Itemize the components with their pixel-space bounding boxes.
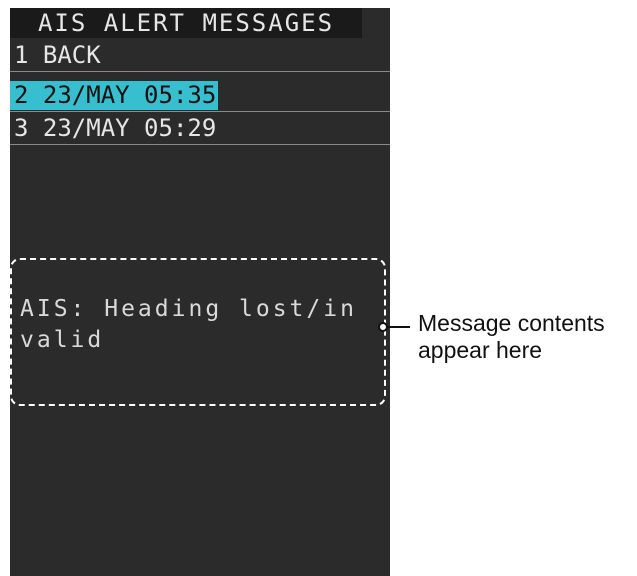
menu-item-back[interactable]: 1 BACK (10, 40, 390, 72)
message-contents-box: AIS: Heading lost/in valid (10, 258, 386, 406)
callout-text-line: Message contents (418, 310, 605, 336)
menu-item-alert-message[interactable]: 3 23/MAY 05:29 (10, 113, 390, 145)
menu-item-label: 2 23/MAY 05:35 (10, 81, 219, 110)
message-text-line: valid (20, 327, 105, 353)
callout-leader-line (388, 326, 410, 328)
callout-pointer-dot (378, 322, 388, 332)
menu-item-alert-message[interactable]: 2 23/MAY 05:35 (10, 80, 390, 112)
ais-alert-panel: AIS ALERT MESSAGES 1 BACK 2 23/MAY 05:35… (10, 8, 390, 576)
message-text-line: AIS: Heading lost/in (20, 296, 357, 322)
panel-title: AIS ALERT MESSAGES (10, 8, 362, 38)
menu-item-label: 3 23/MAY 05:29 (14, 114, 217, 142)
callout-annotation: Message contents appear here (418, 310, 605, 364)
callout-text-line: appear here (418, 337, 543, 363)
menu-item-label: 1 BACK (14, 41, 101, 69)
